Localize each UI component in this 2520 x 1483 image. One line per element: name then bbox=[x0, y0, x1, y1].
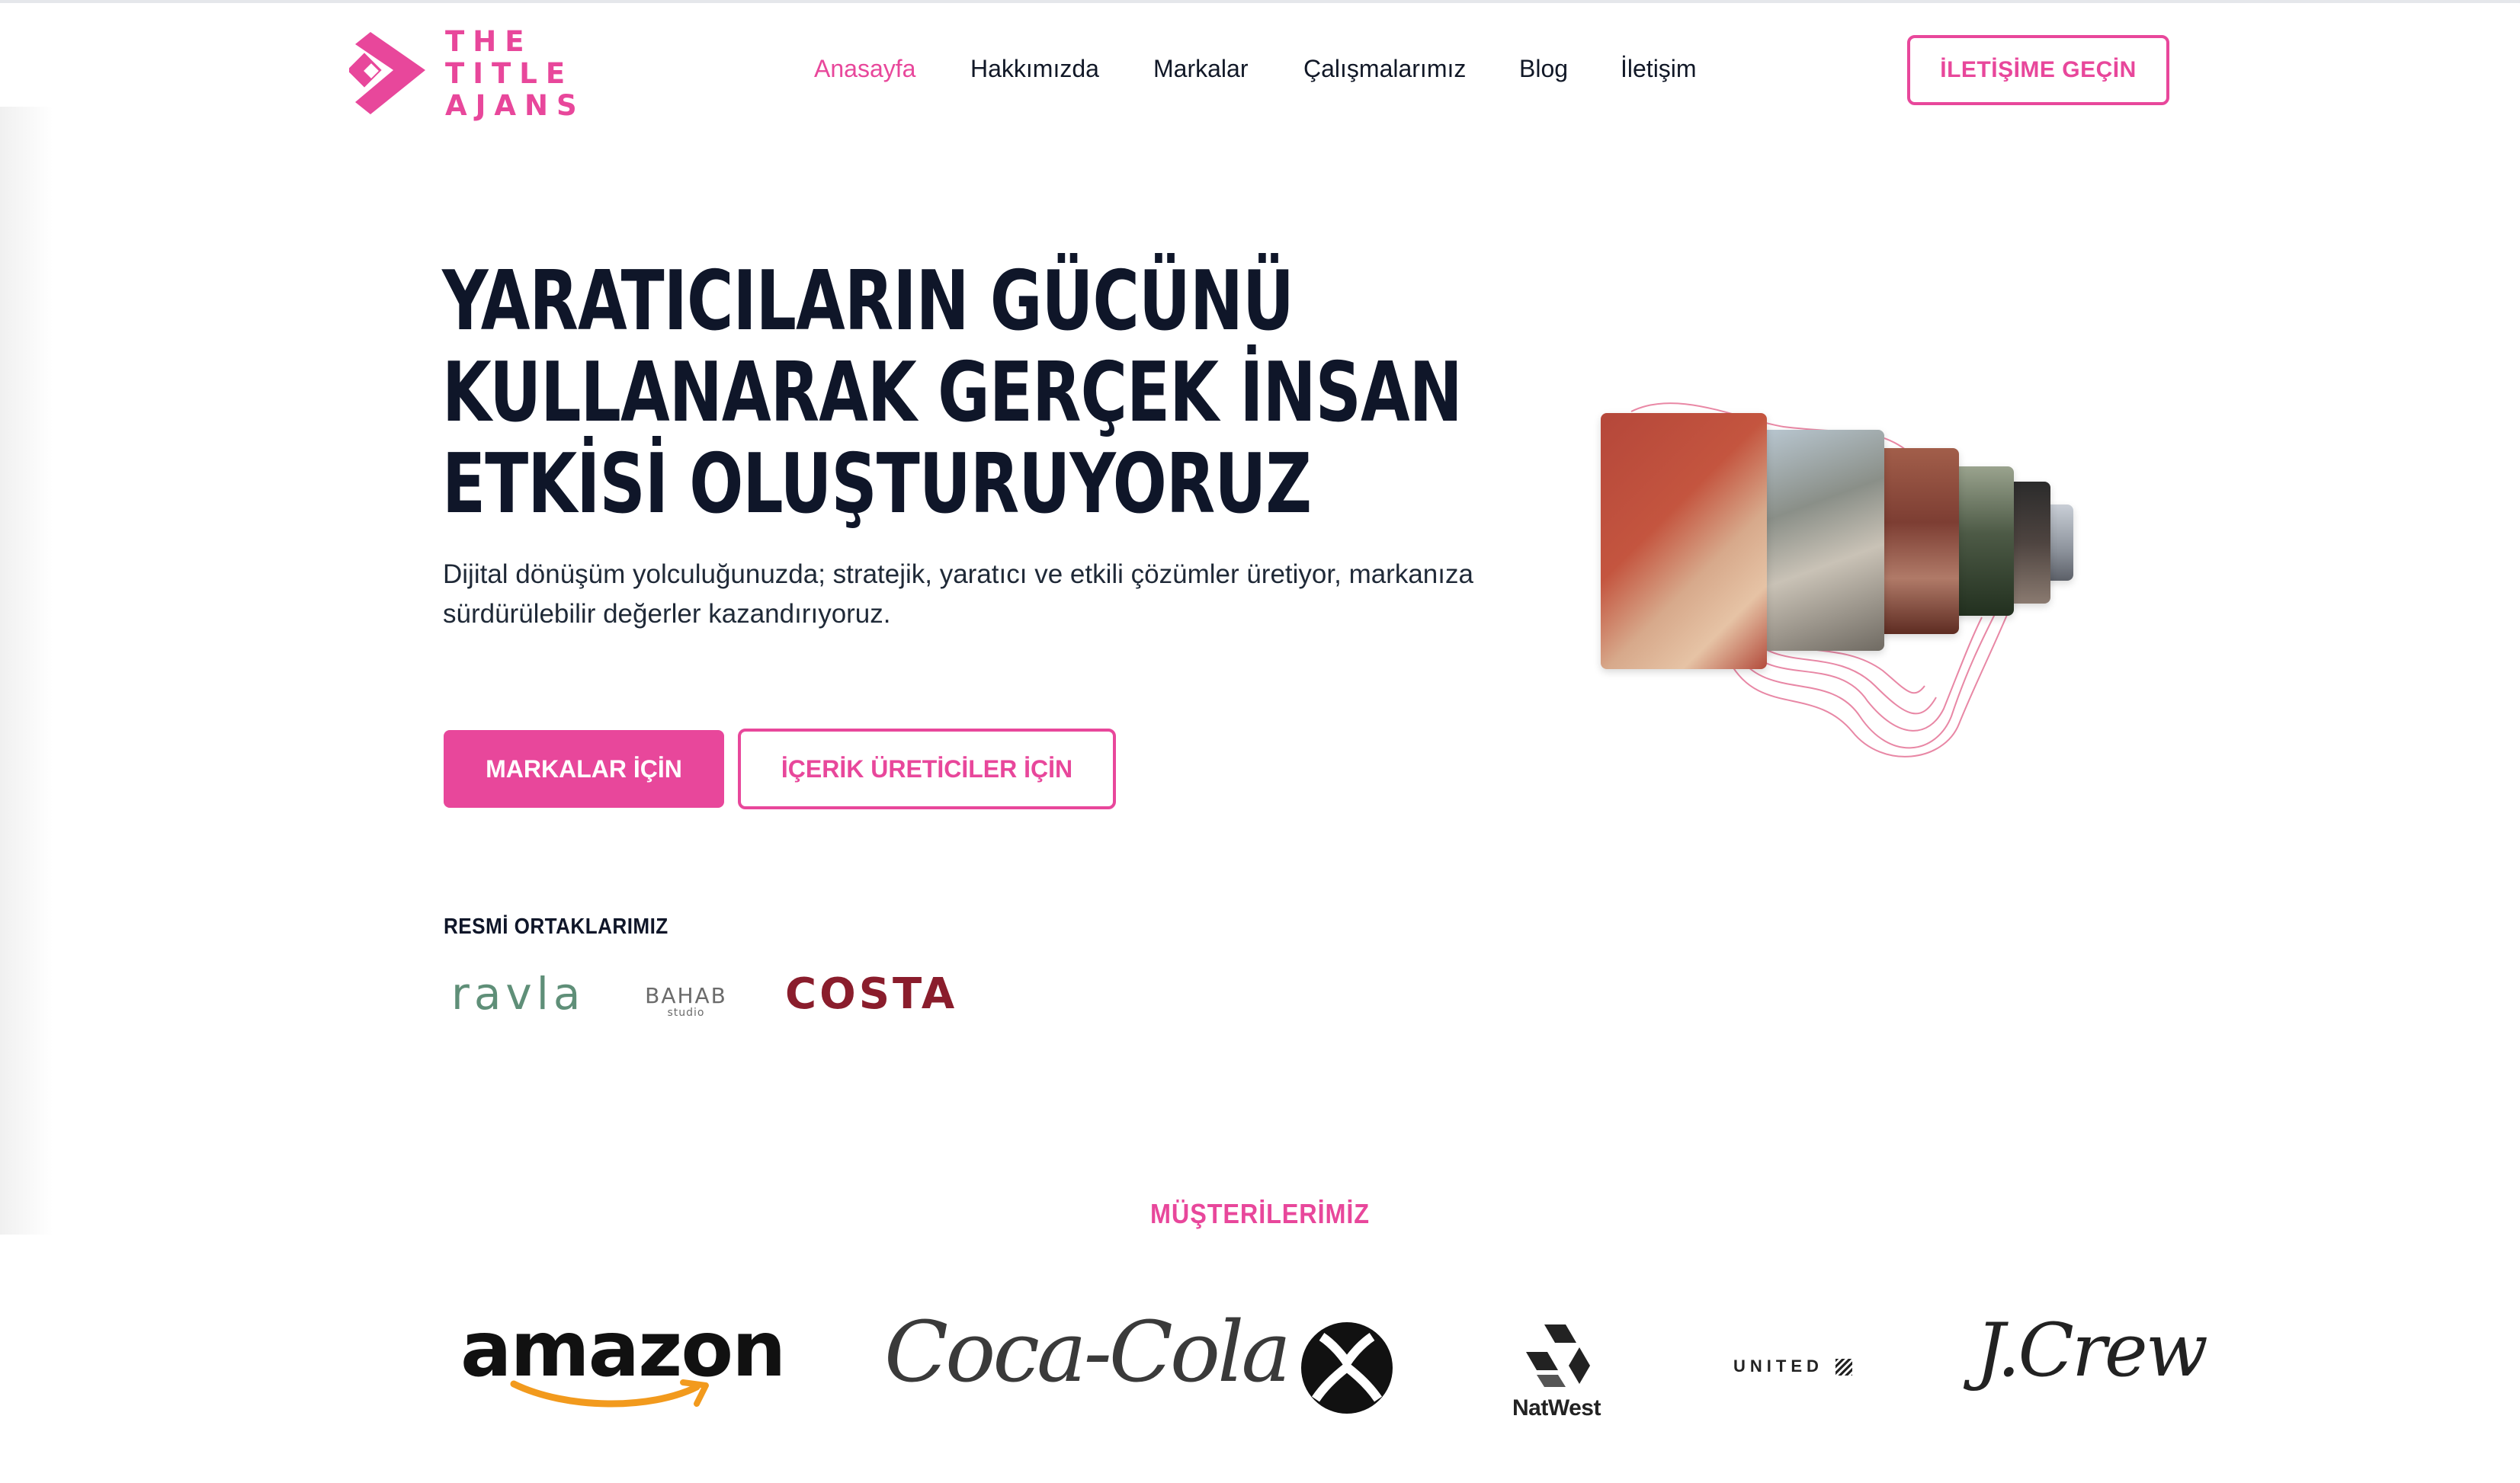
partner-logo-ravla: ravla bbox=[451, 968, 585, 1020]
collage-photo-portrait bbox=[1601, 413, 1767, 669]
client-united-text: UNITED bbox=[1733, 1356, 1823, 1376]
logo-line-1: THE bbox=[445, 25, 533, 58]
hero-title-line-1: YARATICILARIN GÜCÜNÜ bbox=[442, 254, 1294, 349]
client-natwest-text: NatWest bbox=[1512, 1395, 1601, 1421]
collage-photo-mountain bbox=[1759, 430, 1884, 651]
natwest-cubes-icon bbox=[1526, 1324, 1590, 1387]
hero-subtitle: Dijital dönüşüm yolculuğunuzda; strateji… bbox=[443, 559, 1473, 629]
client-logo-jcrew: J.Crew bbox=[1976, 1308, 2208, 1393]
hero-title: YARATICILARIN GÜCÜNÜ KULLANARAK GERÇEK İ… bbox=[442, 254, 1463, 532]
united-globe-icon bbox=[1835, 1359, 1853, 1376]
nav-item-calismalarimiz[interactable]: Çalışmalarımız bbox=[1303, 55, 1466, 83]
contact-cta-button[interactable]: İLETİŞİME GEÇİN bbox=[1907, 35, 2169, 105]
nav-item-blog[interactable]: Blog bbox=[1519, 55, 1568, 83]
partners-title: RESMİ ORTAKLARIMIZ bbox=[444, 914, 668, 939]
client-logo-xbox bbox=[1299, 1320, 1395, 1416]
hero-title-line-3: ETKİSİ OLUŞTURUYORUZ bbox=[442, 437, 1312, 532]
logo-line-3: AJANS bbox=[445, 89, 585, 122]
client-logo-cocacola: Coca-Cola bbox=[884, 1303, 1291, 1401]
nav-item-hakkimizda[interactable]: Hakkımızda bbox=[970, 55, 1099, 83]
clients-title: MÜŞTERİLERİMİZ bbox=[1150, 1198, 1370, 1229]
nav-item-markalar[interactable]: Markalar bbox=[1153, 55, 1248, 83]
xbox-logo-icon bbox=[1301, 1322, 1393, 1414]
brands-button[interactable]: MARKALAR İÇİN bbox=[444, 730, 724, 808]
partner-bahab-sub: studio bbox=[667, 1007, 705, 1019]
client-logo-united: UNITED bbox=[1733, 1356, 1853, 1376]
partner-logo-costa: COSTA bbox=[785, 969, 958, 1019]
amazon-smile-icon bbox=[510, 1379, 709, 1408]
top-border bbox=[0, 0, 2520, 3]
client-logo-natwest: NatWest bbox=[1512, 1321, 1601, 1421]
left-edge-shadow bbox=[0, 107, 53, 1235]
creators-button[interactable]: İÇERİK ÜRETİCİLER İÇİN bbox=[738, 729, 1116, 809]
hero-title-line-2: KULLANARAK GERÇEK İNSAN bbox=[442, 345, 1463, 440]
partner-bahab-text: BAHAB bbox=[645, 983, 727, 1008]
hero-image-collage bbox=[1585, 396, 2104, 777]
partner-logo-bahab: BAHAB studio bbox=[644, 983, 728, 1019]
nav-item-anasayfa[interactable]: Anasayfa bbox=[814, 55, 915, 83]
client-logo-amazon: amazon bbox=[460, 1305, 786, 1408]
nav-item-iletisim[interactable]: İletişim bbox=[1621, 55, 1697, 83]
